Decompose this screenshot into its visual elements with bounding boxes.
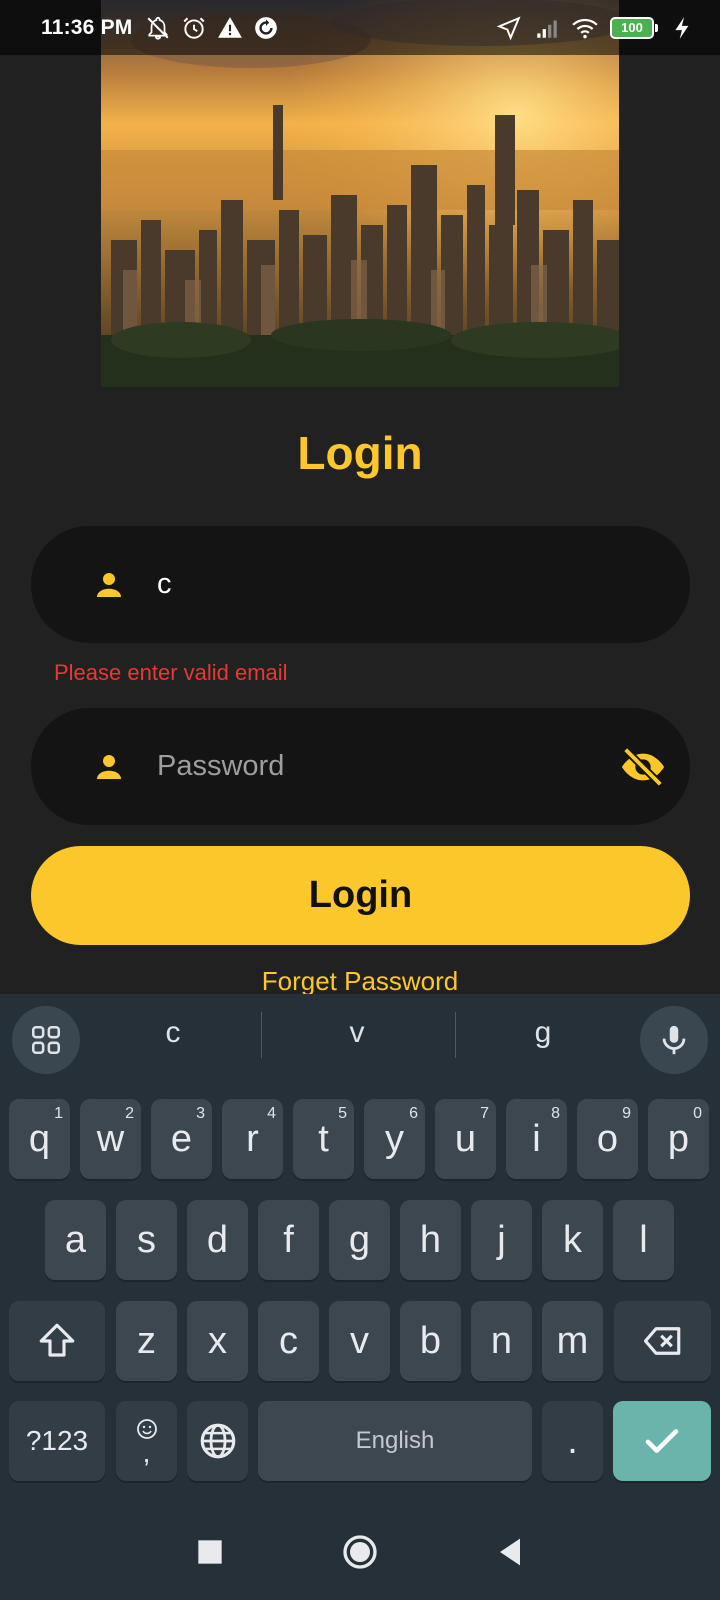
email-field[interactable]: c: [31, 526, 690, 643]
suggestion-divider: [455, 1012, 456, 1058]
warning-icon: [217, 15, 243, 41]
suggestion-1[interactable]: c: [93, 1016, 253, 1050]
location-icon: [496, 15, 522, 41]
key-m[interactable]: m: [542, 1301, 603, 1381]
symbols-key[interactable]: ?123: [9, 1401, 105, 1481]
key-n[interactable]: n: [471, 1301, 532, 1381]
key-t[interactable]: t5: [293, 1099, 354, 1179]
key-u[interactable]: u7: [435, 1099, 496, 1179]
signal-icon: [534, 15, 560, 41]
alarm-icon: [181, 15, 207, 41]
key-r[interactable]: r4: [222, 1099, 283, 1179]
key-v[interactable]: v: [329, 1301, 390, 1381]
period-key[interactable]: .: [542, 1401, 603, 1481]
suggestion-strip: c v g: [0, 994, 720, 1078]
battery-level: 100: [610, 16, 654, 39]
navigation-bar: [0, 1504, 720, 1600]
visibility-off-icon[interactable]: [620, 744, 666, 790]
login-button[interactable]: Login: [31, 846, 690, 945]
battery-indicator: 100: [610, 16, 658, 39]
key-l[interactable]: l: [613, 1200, 674, 1280]
key-e[interactable]: e3: [151, 1099, 212, 1179]
enter-key[interactable]: [613, 1401, 711, 1481]
backspace-icon: [643, 1327, 680, 1355]
key-c[interactable]: c: [258, 1301, 319, 1381]
forget-password-link[interactable]: Forget Password: [0, 966, 720, 997]
backspace-key[interactable]: [614, 1301, 711, 1381]
key-x[interactable]: x: [187, 1301, 248, 1381]
email-input[interactable]: c: [157, 568, 617, 601]
person-icon: [91, 749, 127, 785]
key-o[interactable]: o9: [577, 1099, 638, 1179]
city-skyline-image: [101, 0, 619, 387]
battery-cap: [655, 23, 658, 32]
wifi-icon: [572, 15, 598, 41]
suggestion-3[interactable]: g: [463, 1016, 623, 1050]
key-g[interactable]: g: [329, 1200, 390, 1280]
check-icon: [645, 1429, 679, 1453]
key-b[interactable]: b: [400, 1301, 461, 1381]
key-s[interactable]: s: [116, 1200, 177, 1280]
key-z[interactable]: z: [116, 1301, 177, 1381]
password-field[interactable]: Password: [31, 708, 690, 825]
key-f[interactable]: f: [258, 1200, 319, 1280]
person-icon: [91, 567, 127, 603]
password-input[interactable]: Password: [157, 750, 617, 783]
sync-icon: [253, 15, 279, 41]
key-y[interactable]: y6: [364, 1099, 425, 1179]
email-error-text: Please enter valid email: [54, 660, 288, 685]
emoji-comma-key[interactable]: ,: [116, 1401, 177, 1481]
key-h[interactable]: h: [400, 1200, 461, 1280]
key-j[interactable]: j: [471, 1200, 532, 1280]
key-q[interactable]: q1: [9, 1099, 70, 1179]
back-icon[interactable]: [490, 1532, 530, 1572]
shift-icon: [39, 1323, 75, 1357]
space-key[interactable]: English: [258, 1401, 532, 1481]
home-icon[interactable]: [340, 1532, 380, 1572]
microphone-icon[interactable]: [640, 1006, 708, 1074]
key-a[interactable]: a: [45, 1200, 106, 1280]
status-bar: 11:36 PM 100: [0, 0, 720, 55]
globe-icon: [200, 1423, 235, 1459]
key-d[interactable]: d: [187, 1200, 248, 1280]
apps-grid-icon[interactable]: [12, 1006, 80, 1074]
shift-key[interactable]: [9, 1301, 105, 1381]
charging-icon: [670, 15, 696, 41]
recents-icon[interactable]: [190, 1532, 230, 1572]
key-p[interactable]: p0: [648, 1099, 709, 1179]
notifications-off-icon: [145, 15, 171, 41]
status-time: 11:36 PM: [41, 15, 133, 39]
key-i[interactable]: i8: [506, 1099, 567, 1179]
key-w[interactable]: w2: [80, 1099, 141, 1179]
page-title: Login: [297, 427, 423, 479]
suggestion-2[interactable]: v: [277, 1016, 437, 1050]
key-k[interactable]: k: [542, 1200, 603, 1280]
globe-key[interactable]: [187, 1401, 248, 1481]
suggestion-divider: [261, 1012, 262, 1058]
